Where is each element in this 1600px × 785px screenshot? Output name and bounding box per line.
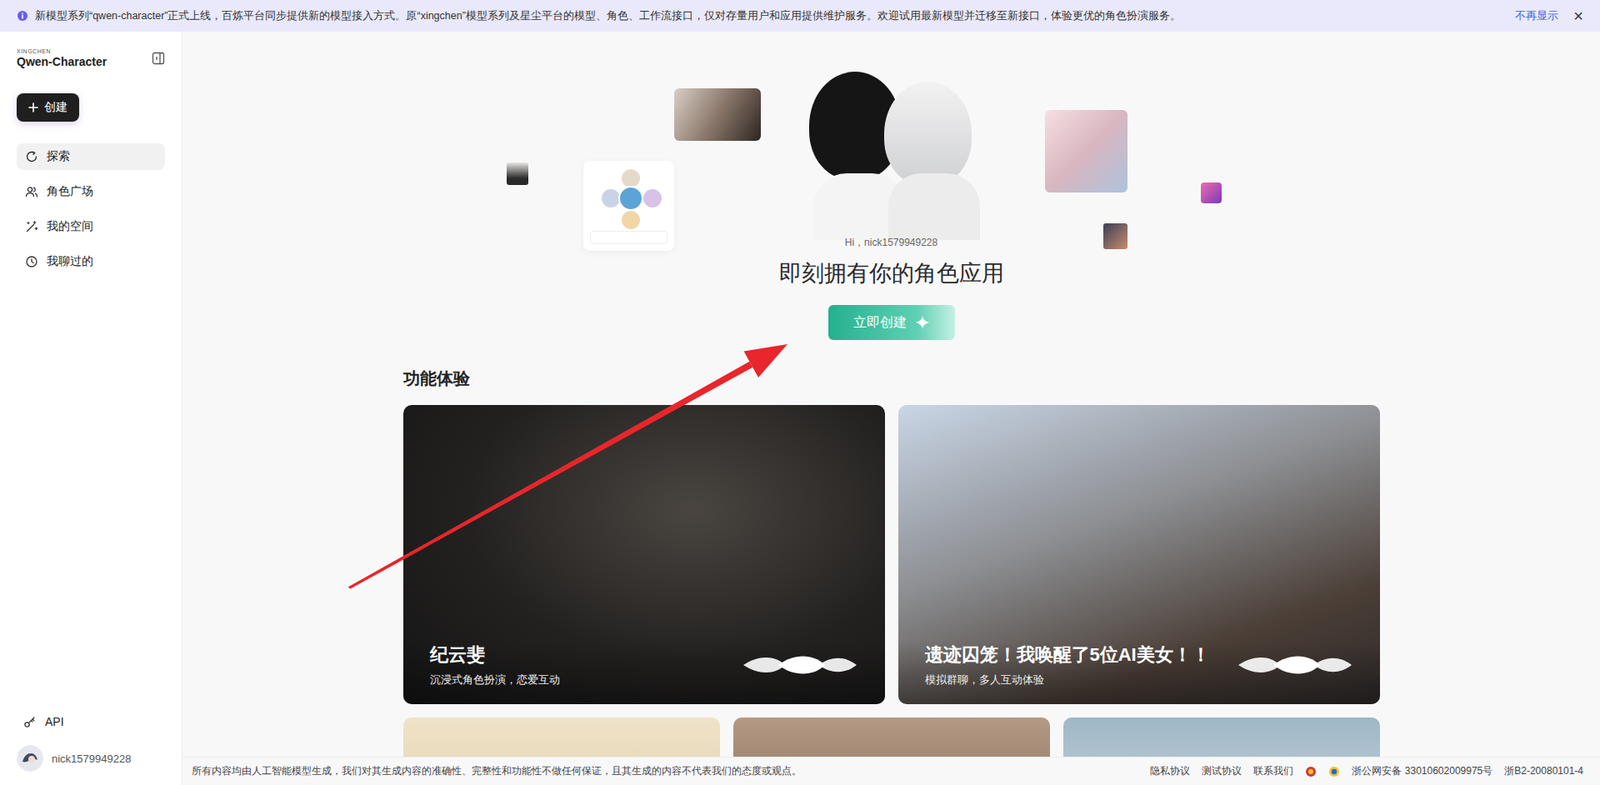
close-button[interactable]: ×: [1573, 7, 1584, 25]
plus-icon: [28, 102, 39, 113]
nav-item[interactable]: 探索: [16, 143, 165, 170]
footer-link[interactable]: 测试协议: [1201, 764, 1242, 779]
anime-portrait-image: [1045, 110, 1128, 193]
user-profile[interactable]: nick1579949228: [16, 745, 165, 772]
hero-image: [800, 71, 985, 240]
card-text: 遗迹囚笼！我唤醒了5位AI美女！！ 模拟群聊，多人互动体验: [925, 642, 1227, 688]
create-label: 创建: [44, 100, 68, 115]
card-title: 遗迹囚笼！我唤醒了5位AI美女！！: [925, 642, 1227, 668]
nav-item[interactable]: 角色广场: [16, 178, 165, 205]
sidebar-bottom: API nick1579949228: [16, 715, 165, 772]
greeting: Hi，nick1579949228: [845, 235, 938, 250]
hero: Hi，nick1579949228 即刻拥有你的角色应用立即创建: [403, 31, 1380, 340]
body: XINGCHENQwen-Character 创建探索角色广场我的空间我聊过的 AP…: [0, 31, 1600, 785]
hero-text: Hi，nick1579949228 即刻拥有你的角色应用立即创建: [403, 235, 1380, 340]
create-button[interactable]: 创建: [16, 93, 80, 122]
create-now-label: 立即创建: [853, 314, 907, 332]
api-label: API: [45, 715, 65, 729]
footer-link[interactable]: 联系我们: [1253, 764, 1294, 779]
emblem-icon: [1305, 765, 1317, 778]
brand-row: XINGCHENQwen-Character: [16, 48, 165, 69]
main: Hi，nick1579949228 即刻拥有你的角色应用立即创建功能体验纪云斐沉浸…: [182, 31, 1600, 785]
api-link[interactable]: API: [16, 715, 165, 729]
nav-item[interactable]: 我聊过的: [16, 248, 165, 275]
chat-preview-image: [583, 160, 675, 251]
nav-label: 角色广场: [46, 184, 94, 200]
feature-card[interactable]: 纪云斐沉浸式角色扮演，恋爱互动: [403, 405, 885, 705]
card-caption: 遗迹囚笼！我唤醒了5位AI美女！！ 模拟群聊，多人互动体验: [898, 642, 1380, 705]
card-title: 纪云斐: [430, 642, 732, 668]
clock-icon: [25, 255, 39, 269]
hero-title: 即刻拥有你的角色应用: [779, 259, 1005, 288]
section-heading: 功能体验: [403, 368, 1380, 389]
dismiss-link[interactable]: 不再显示: [1515, 9, 1559, 24]
announcement-banner: 新模型系列“qwen-character”正式上线，百炼平台同步提供新的模型接入…: [0, 0, 1600, 32]
wand-icon: [25, 220, 39, 234]
brand[interactable]: XINGCHENQwen-Character: [16, 48, 107, 69]
feature-cards: 纪云斐沉浸式角色扮演，恋爱互动 遗迹囚笼！我唤醒了5位AI美女！！ 模拟群聊，多人互…: [403, 405, 1380, 705]
nav-label: 探索: [46, 149, 70, 165]
wave-icon: [741, 653, 859, 677]
card-text: 纪云斐沉浸式角色扮演，恋爱互动: [430, 642, 732, 688]
brand-name: Qwen-Character: [16, 55, 107, 69]
nav-item[interactable]: 我的空间: [16, 213, 165, 240]
sidebar: XINGCHENQwen-Character 创建探索角色广场我的空间我聊过的 AP…: [0, 31, 183, 785]
avatar-image: [1200, 182, 1222, 204]
content: Hi，nick1579949228 即刻拥有你的角色应用立即创建功能体验纪云斐沉浸…: [403, 31, 1380, 785]
card-subtitle: 沉浸式角色扮演，恋爱互动: [430, 672, 732, 688]
police-badge-icon: [1328, 765, 1340, 778]
app: 新模型系列“qwen-character”正式上线，百炼平台同步提供新的模型接入…: [0, 0, 1600, 785]
feature-card[interactable]: 遗迹囚笼！我唤醒了5位AI美女！！ 模拟群聊，多人互动体验: [898, 405, 1380, 705]
people-icon: [25, 185, 39, 199]
record-number[interactable]: 浙B2-20080101-4: [1504, 764, 1584, 779]
disclaimer: 所有内容均由人工智能模型生成，我们对其生成内容的准确性、完整性和功能性不做任何保…: [191, 764, 802, 779]
banner-text: 新模型系列“qwen-character”正式上线，百炼平台同步提供新的模型接入…: [35, 9, 1509, 24]
user-avatar-icon: [16, 745, 44, 772]
annotation-arrow-icon: [0, 0, 1600, 785]
explore-icon: [25, 150, 39, 164]
collapse-sidebar-icon[interactable]: [151, 51, 165, 65]
portrait-image: [674, 88, 761, 141]
key-icon: [23, 715, 37, 729]
avatar-image: [506, 162, 529, 185]
nav-label: 我的空间: [46, 219, 94, 235]
footer: 所有内容均由人工智能模型生成，我们对其生成内容的准确性、完整性和功能性不做任何保…: [182, 756, 1600, 785]
footer-links: 隐私协议测试协议联系我们 浙公网安备 33010602009975号浙B2-200…: [1150, 764, 1584, 779]
sparkle-icon: [915, 315, 930, 330]
card-subtitle: 模拟群聊，多人互动体验: [925, 672, 1227, 688]
record-number[interactable]: 浙公网安备 33010602009975号: [1351, 764, 1493, 779]
user-name: nick1579949228: [51, 752, 131, 765]
wave-icon: [1236, 653, 1354, 677]
nav-label: 我聊过的: [46, 254, 94, 270]
create-now-button[interactable]: 立即创建: [828, 305, 955, 340]
info-icon: [16, 10, 29, 22]
card-caption: 纪云斐沉浸式角色扮演，恋爱互动: [403, 642, 885, 705]
avatar-image: [1103, 223, 1128, 250]
nav: 探索角色广场我的空间我聊过的: [16, 143, 165, 275]
footer-link[interactable]: 隐私协议: [1150, 764, 1190, 779]
brand-small: XINGCHEN: [16, 48, 107, 55]
